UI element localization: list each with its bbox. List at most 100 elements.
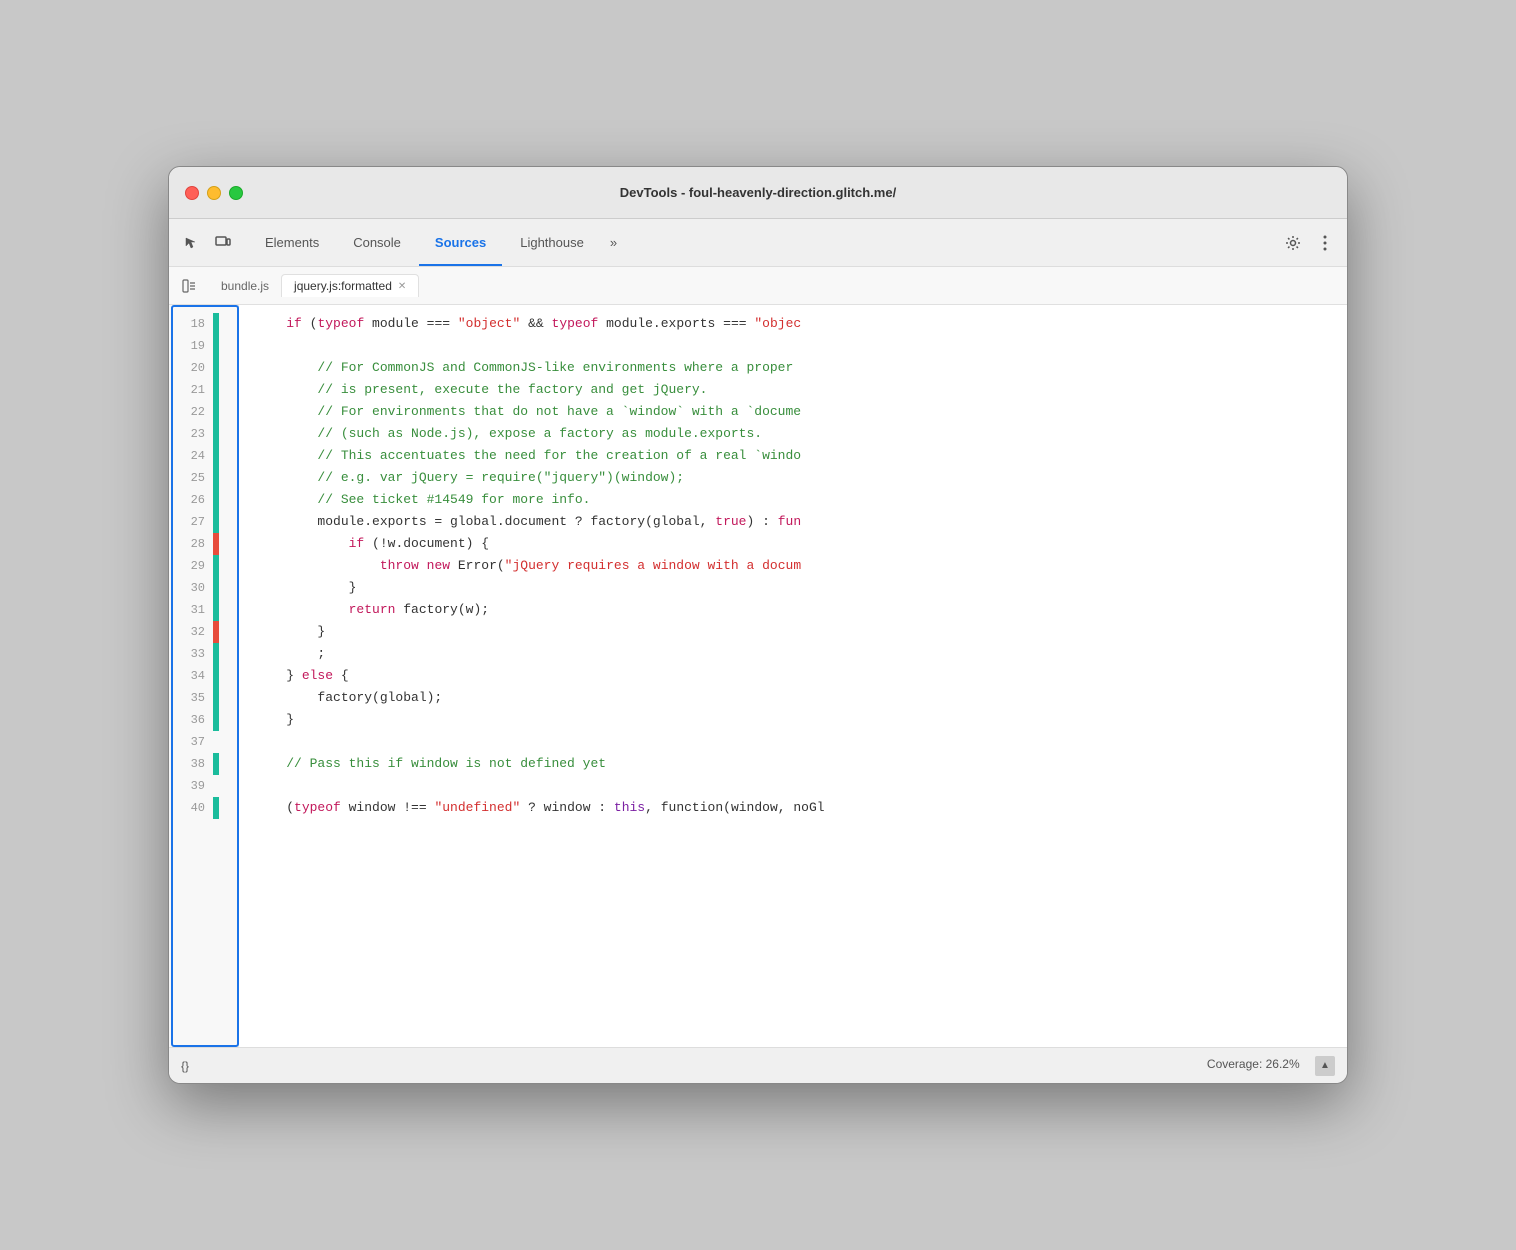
line-row-26[interactable]: 26 [169, 489, 238, 511]
code-line-31: return factory(w); [255, 599, 1331, 621]
editor-area: bundle.js jquery.js:formatted ✕ 18 19 [169, 267, 1347, 1047]
code-line-30: } [255, 577, 1331, 599]
line-row-35[interactable]: 35 [169, 687, 238, 709]
line-row-33[interactable]: 33 [169, 643, 238, 665]
coverage-34 [213, 665, 219, 687]
line-row-18[interactable]: 18 [169, 313, 238, 335]
toolbar: Elements Console Sources Lighthouse » [169, 219, 1347, 267]
file-tab-close-icon[interactable]: ✕ [398, 281, 406, 292]
coverage-35 [213, 687, 219, 709]
line-row-24[interactable]: 24 [169, 445, 238, 467]
coverage-20 [213, 357, 219, 379]
toolbar-icons [177, 229, 237, 257]
coverage-18 [213, 313, 219, 335]
code-line-22: // For environments that do not have a `… [255, 401, 1331, 423]
line-row-36[interactable]: 36 [169, 709, 238, 731]
coverage-33 [213, 643, 219, 665]
status-right: Coverage: 26.2% ▲ [1207, 1056, 1335, 1076]
coverage-26 [213, 489, 219, 511]
code-line-23: // (such as Node.js), expose a factory a… [255, 423, 1331, 445]
tab-elements[interactable]: Elements [249, 227, 335, 258]
code-line-35: factory(global); [255, 687, 1331, 709]
code-line-29: throw new Error("jQuery requires a windo… [255, 555, 1331, 577]
coverage-29 [213, 555, 219, 577]
line-row-21[interactable]: 21 [169, 379, 238, 401]
status-left: {} [181, 1059, 189, 1073]
coverage-19 [213, 335, 219, 357]
line-row-31[interactable]: 31 [169, 599, 238, 621]
code-line-40: (typeof window !== "undefined" ? window … [255, 797, 1331, 819]
more-options-icon[interactable] [1311, 229, 1339, 257]
code-line-28: if (!w.document) { [255, 533, 1331, 555]
code-line-20: // For CommonJS and CommonJS-like enviro… [255, 357, 1331, 379]
line-row-29[interactable]: 29 [169, 555, 238, 577]
tab-lighthouse[interactable]: Lighthouse [504, 227, 600, 258]
code-line-36: } [255, 709, 1331, 731]
line-row-19[interactable]: 19 [169, 335, 238, 357]
line-row-37[interactable]: 37 [169, 731, 238, 753]
tab-more[interactable]: » [602, 227, 625, 258]
coverage-22 [213, 401, 219, 423]
coverage-24 [213, 445, 219, 467]
file-panel-toggle[interactable] [177, 274, 201, 298]
maximize-button[interactable] [229, 186, 243, 200]
code-editor: 18 19 20 21 [169, 305, 1347, 1047]
coverage-21 [213, 379, 219, 401]
code-line-18: if (typeof module === "object" && typeof… [255, 313, 1331, 335]
line-row-22[interactable]: 22 [169, 401, 238, 423]
window-title: DevTools - foul-heavenly-direction.glitc… [620, 185, 896, 200]
code-line-33: ; [255, 643, 1331, 665]
tab-sources[interactable]: Sources [419, 227, 502, 258]
cursor-icon[interactable] [177, 229, 205, 257]
line-row-28[interactable]: 28 [169, 533, 238, 555]
nav-tabs: Elements Console Sources Lighthouse » [249, 227, 1275, 258]
coverage-37 [213, 731, 219, 753]
code-line-39 [255, 775, 1331, 797]
titlebar: DevTools - foul-heavenly-direction.glitc… [169, 167, 1347, 219]
line-row-32[interactable]: 32 [169, 621, 238, 643]
line-row-20[interactable]: 20 [169, 357, 238, 379]
line-row-30[interactable]: 30 [169, 577, 238, 599]
coverage-36 [213, 709, 219, 731]
code-line-25: // e.g. var jQuery = require("jquery")(w… [255, 467, 1331, 489]
line-row-25[interactable]: 25 [169, 467, 238, 489]
status-bar: {} Coverage: 26.2% ▲ [169, 1047, 1347, 1083]
coverage-text: Coverage: 26.2% [1207, 1057, 1300, 1071]
coverage-40 [213, 797, 219, 819]
line-row-40[interactable]: 40 [169, 797, 238, 819]
code-line-34: } else { [255, 665, 1331, 687]
coverage-27 [213, 511, 219, 533]
code-line-21: // is present, execute the factory and g… [255, 379, 1331, 401]
code-line-37 [255, 731, 1331, 753]
coverage-38 [213, 753, 219, 775]
code-content[interactable]: if (typeof module === "object" && typeof… [239, 305, 1347, 1047]
device-icon[interactable] [209, 229, 237, 257]
code-line-26: // See ticket #14549 for more info. [255, 489, 1331, 511]
coverage-28 [213, 533, 219, 555]
code-line-27: module.exports = global.document ? facto… [255, 511, 1331, 533]
code-line-38: // Pass this if window is not defined ye… [255, 753, 1331, 775]
coverage-25 [213, 467, 219, 489]
coverage-31 [213, 599, 219, 621]
coverage-23 [213, 423, 219, 445]
line-row-38[interactable]: 38 [169, 753, 238, 775]
scroll-up-icon[interactable]: ▲ [1315, 1056, 1335, 1076]
coverage-39 [213, 775, 219, 797]
file-tab-jquery[interactable]: jquery.js:formatted ✕ [281, 274, 419, 297]
close-button[interactable] [185, 186, 199, 200]
line-row-34[interactable]: 34 [169, 665, 238, 687]
code-line-32: } [255, 621, 1331, 643]
line-row-23[interactable]: 23 [169, 423, 238, 445]
file-tab-bundle[interactable]: bundle.js [209, 275, 281, 297]
settings-icon[interactable] [1279, 229, 1307, 257]
line-row-27[interactable]: 27 [169, 511, 238, 533]
code-line-24: // This accentuates the need for the cre… [255, 445, 1331, 467]
coverage-32 [213, 621, 219, 643]
devtools-window: DevTools - foul-heavenly-direction.glitc… [168, 166, 1348, 1084]
toolbar-right [1279, 229, 1339, 257]
minimize-button[interactable] [207, 186, 221, 200]
file-tabs: bundle.js jquery.js:formatted ✕ [169, 267, 1347, 305]
tab-console[interactable]: Console [337, 227, 417, 258]
line-row-39[interactable]: 39 [169, 775, 238, 797]
pretty-print-button[interactable]: {} [181, 1059, 189, 1073]
